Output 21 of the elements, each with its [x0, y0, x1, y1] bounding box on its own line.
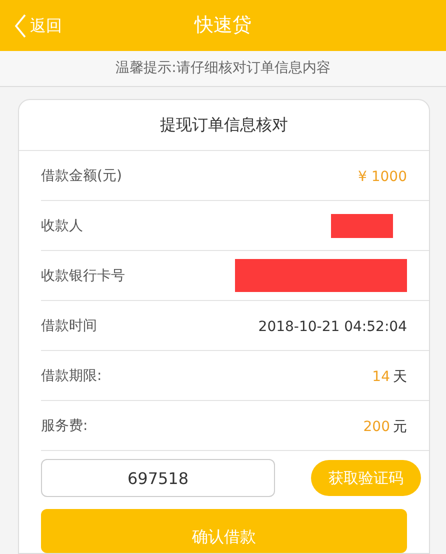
redaction-block [331, 214, 393, 238]
row-label: 收款人 [41, 216, 83, 234]
row-value: 14 [372, 368, 390, 384]
row-label: 借款金额(元) [41, 166, 122, 184]
notice-text: 温馨提示:请仔细核对订单信息内容 [116, 59, 330, 78]
page-title: 快速贷 [194, 13, 252, 38]
row-unit: 元 [393, 418, 407, 434]
row-label: 服务费: [41, 416, 88, 434]
confirm-loan-button[interactable]: 确认借款 [41, 509, 407, 553]
row-value: 2018-10-21 04:52:04 [258, 319, 407, 335]
row-unit: 天 [393, 368, 407, 384]
row-value: 200 [363, 418, 390, 434]
back-link[interactable]: 返回 [14, 14, 62, 38]
row-label: 借款时间 [41, 316, 97, 334]
row-label: 借款期限: [41, 366, 102, 384]
row-label: 收款银行卡号 [41, 266, 125, 284]
card-title: 提现订单信息核对 [160, 114, 288, 136]
back-chevron-icon [14, 14, 26, 38]
get-code-button[interactable]: 获取验证码 [311, 460, 421, 496]
verification-code-field[interactable]: 697518 [41, 459, 275, 497]
row-value: ¥ 1000 [358, 169, 407, 185]
